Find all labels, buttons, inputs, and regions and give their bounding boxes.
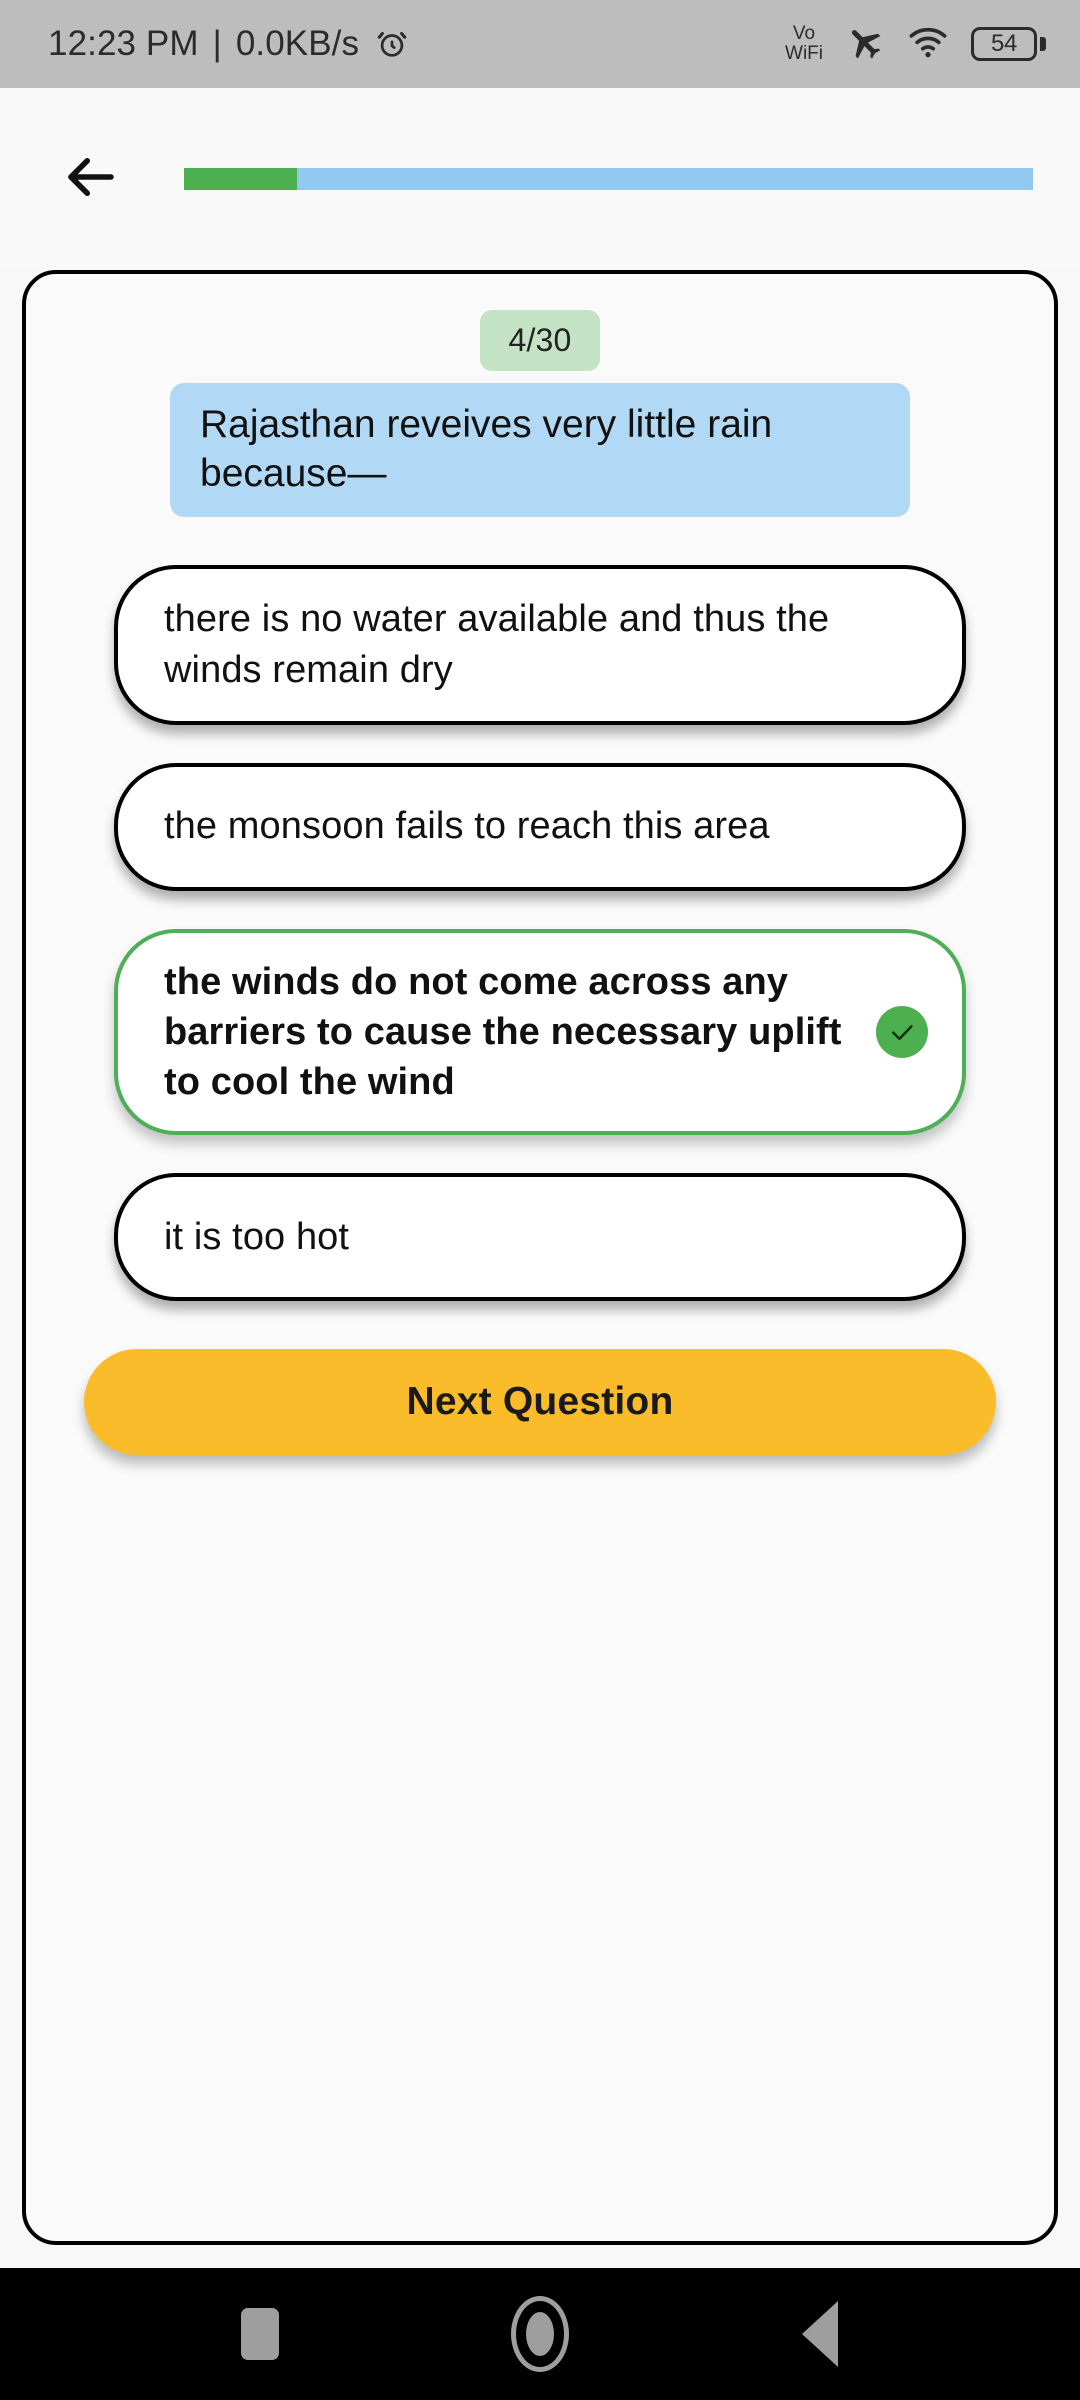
square-recents-icon bbox=[241, 2308, 279, 2360]
app-screen: 12:23 PM | 0.0KB/s Vo WiFi 54 4/30 Rajas… bbox=[0, 0, 1080, 2400]
airplane-mode-icon bbox=[845, 22, 885, 67]
app-bar bbox=[0, 88, 1080, 270]
arrow-left-icon bbox=[61, 147, 121, 212]
question-row: Rajasthan reveives very little rain beca… bbox=[26, 383, 1054, 517]
wifi-icon bbox=[907, 21, 949, 68]
circle-home-icon-inner bbox=[526, 2312, 554, 2356]
status-bar-left: 12:23 PM | 0.0KB/s bbox=[48, 24, 409, 64]
status-time: 12:23 PM bbox=[48, 24, 199, 63]
battery-level: 54 bbox=[990, 30, 1018, 57]
answer-option-4[interactable]: it is too hot bbox=[114, 1172, 966, 1301]
answer-option-4-label: it is too hot bbox=[164, 1215, 350, 1258]
battery-cap bbox=[1040, 37, 1046, 51]
answer-option-3-label: the winds do not come across any barrier… bbox=[164, 960, 842, 1103]
answer-option-2[interactable]: the monsoon fails to reach this area bbox=[114, 762, 966, 891]
android-navigation-bar bbox=[0, 2268, 1080, 2400]
quiz-progress-bar bbox=[184, 168, 1033, 190]
vowifi-indicator: Vo WiFi bbox=[785, 24, 823, 64]
status-bar: 12:23 PM | 0.0KB/s Vo WiFi 54 bbox=[0, 0, 1080, 88]
answer-options-list: there is no water available and thus the… bbox=[26, 564, 1054, 1301]
triangle-back-icon bbox=[802, 2301, 838, 2367]
alarm-clock-icon bbox=[375, 27, 409, 61]
battery-indicator: 54 bbox=[971, 27, 1046, 61]
circle-home-icon bbox=[511, 2296, 569, 2372]
recents-button[interactable] bbox=[205, 2289, 315, 2379]
quiz-progress-fill bbox=[184, 168, 297, 190]
status-bar-right: Vo WiFi 54 bbox=[785, 21, 1046, 68]
question-counter-row: 4/30 bbox=[26, 310, 1054, 371]
answer-option-1-label: there is no water available and thus the… bbox=[164, 598, 830, 691]
check-icon bbox=[876, 1005, 928, 1058]
home-button[interactable] bbox=[485, 2289, 595, 2379]
next-question-button[interactable]: Next Question bbox=[84, 1348, 996, 1455]
vowifi-line2: WiFi bbox=[785, 43, 823, 64]
answer-option-3-correct[interactable]: the winds do not come across any barrier… bbox=[114, 928, 966, 1135]
answer-option-1[interactable]: there is no water available and thus the… bbox=[114, 564, 966, 725]
status-separator: | bbox=[212, 24, 222, 63]
system-back-button[interactable] bbox=[765, 2289, 875, 2379]
vowifi-line1: Vo bbox=[792, 23, 816, 44]
back-button[interactable] bbox=[48, 136, 134, 222]
quiz-card: 4/30 Rajasthan reveives very little rain… bbox=[22, 270, 1058, 2245]
status-network-speed: 0.0KB/s bbox=[235, 24, 360, 63]
question-counter-badge: 4/30 bbox=[480, 310, 600, 371]
next-question-row: Next Question bbox=[26, 1348, 1054, 1455]
answer-option-2-label: the monsoon fails to reach this area bbox=[164, 805, 770, 848]
battery-body: 54 bbox=[971, 27, 1037, 61]
question-text: Rajasthan reveives very little rain beca… bbox=[170, 383, 910, 517]
